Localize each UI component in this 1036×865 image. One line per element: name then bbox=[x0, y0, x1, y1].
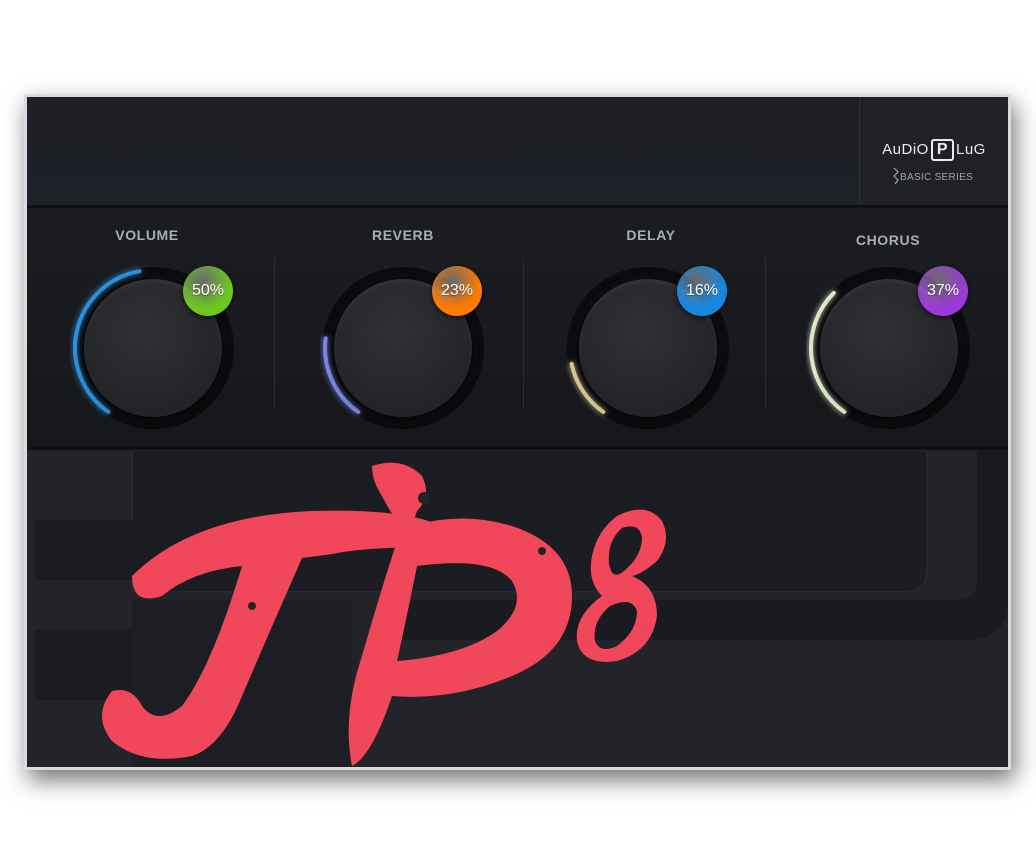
knob-divider bbox=[765, 258, 766, 408]
volume-value-badge: 50% bbox=[183, 266, 233, 316]
knob-label-volume: VOLUME bbox=[115, 227, 179, 243]
brand-logo-suffix: LuG bbox=[956, 141, 986, 158]
knob-label-delay: DELAY bbox=[626, 227, 676, 243]
knob-label-chorus: CHORUS bbox=[855, 232, 921, 248]
brand-logo-prefix: AuDiO bbox=[882, 141, 929, 158]
header-bar: AuDiO P LuG BASIC SERIES bbox=[27, 97, 1008, 208]
delay-value-badge: 16% bbox=[677, 266, 727, 316]
knob-divider bbox=[274, 258, 275, 408]
product-logo-icon bbox=[102, 462, 666, 766]
knob-divider bbox=[523, 258, 524, 408]
series-mark-icon bbox=[893, 167, 899, 185]
plugin-window: AuDiO P LuG BASIC SERIES VOLUME REVERB DEL… bbox=[24, 94, 1011, 770]
knob-strip: VOLUME REVERB DELAY CHORUS 50% 23% 16% 3… bbox=[27, 208, 1008, 450]
reverb-value-badge: 23% bbox=[432, 266, 482, 316]
chorus-value-badge: 37% bbox=[918, 266, 968, 316]
brand-panel: AuDiO P LuG BASIC SERIES bbox=[859, 97, 1008, 205]
brand-series-label: BASIC SERIES bbox=[900, 172, 974, 183]
display-area bbox=[27, 450, 1008, 767]
knob-label-reverb: REVERB bbox=[372, 227, 434, 243]
brand-logo-p: P bbox=[930, 139, 954, 161]
brand-logo: AuDiO P LuG bbox=[860, 139, 1008, 161]
